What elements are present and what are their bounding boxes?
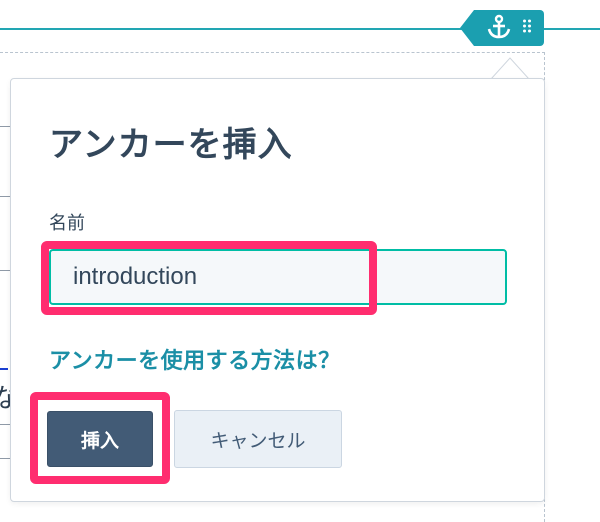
popover-caret [491, 57, 529, 80]
cancel-button[interactable]: キャンセル [174, 410, 342, 468]
popover-title: アンカーを挿入 [49, 125, 293, 165]
name-field-label: 名前 [49, 213, 85, 234]
insert-button[interactable]: 挿入 [47, 411, 153, 467]
drag-handle-icon[interactable] [522, 18, 532, 34]
insert-anchor-popover: アンカーを挿入 名前 アンカーを使用する方法は？ 挿入 キャンセル [10, 78, 545, 502]
editor-boundary-top [0, 52, 545, 53]
how-to-use-anchors-link[interactable]: アンカーを使用する方法は？ [49, 343, 341, 375]
anchor-icon[interactable] [486, 14, 512, 40]
background-content [0, 0, 10, 522]
background-link-fragment [0, 340, 8, 370]
anchor-name-input[interactable] [49, 249, 507, 305]
